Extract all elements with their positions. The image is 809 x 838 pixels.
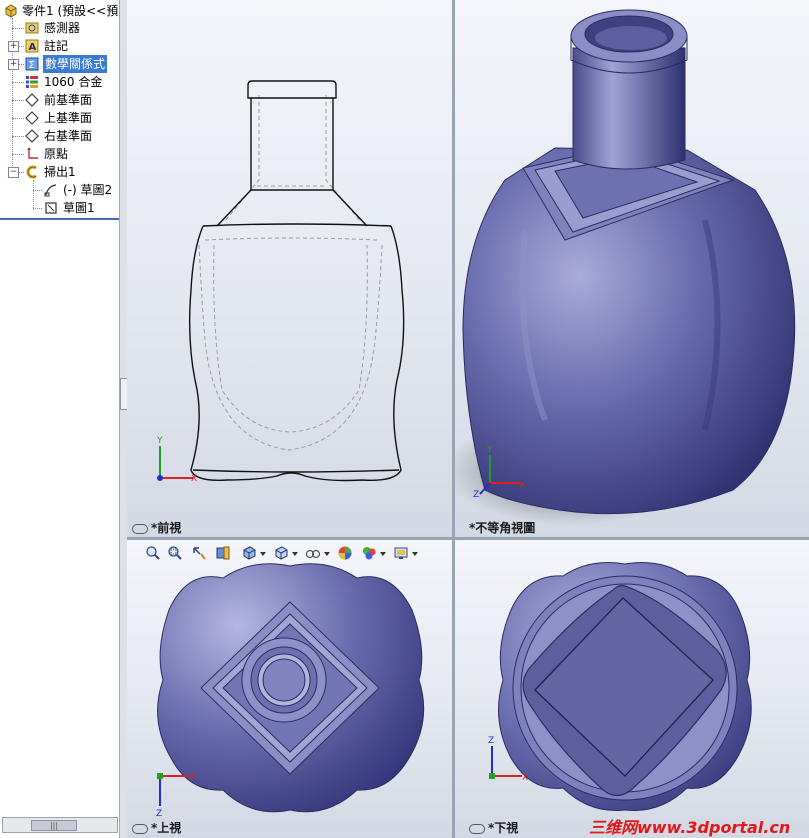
- edit-appearance-icon[interactable]: [337, 545, 353, 561]
- svg-text:Σ: Σ: [29, 60, 35, 71]
- display-style-icon[interactable]: [273, 545, 289, 561]
- tree-item-front-plane[interactable]: 前基準面: [0, 91, 119, 109]
- sketch-icon: [44, 184, 57, 197]
- svg-text:Z: Z: [473, 490, 479, 500]
- link-icon: [132, 823, 148, 834]
- tree-item-label: 1060 合金: [44, 75, 103, 89]
- section-view-icon[interactable]: [215, 545, 231, 561]
- tree-item-top-plane[interactable]: 上基準面: [0, 109, 119, 127]
- rollback-bar[interactable]: [0, 218, 119, 220]
- svg-text:X: X: [191, 474, 197, 484]
- origin-icon: [27, 147, 38, 159]
- link-icon: [132, 523, 148, 534]
- bottle-isometric-shaded: Y X Z: [455, 9, 796, 525]
- viewport-front[interactable]: Y X *前視: [127, 0, 452, 537]
- hide-show-icon[interactable]: [305, 545, 321, 561]
- viewport-label-isometric[interactable]: *不等角視圖: [469, 519, 535, 536]
- tree-item-material[interactable]: 1060 合金: [0, 73, 119, 91]
- viewport-isometric[interactable]: Y X Z *不等角視圖: [455, 0, 809, 537]
- view-orientation-icon[interactable]: [241, 545, 257, 561]
- svg-text:X: X: [190, 773, 196, 783]
- annotation-icon: A: [25, 39, 39, 53]
- panel-splitter[interactable]: [119, 0, 127, 838]
- dropdown-arrow-icon[interactable]: [412, 551, 418, 557]
- tree-item-right-plane[interactable]: 右基準面: [0, 127, 119, 145]
- svg-text:Z: Z: [488, 736, 494, 746]
- zoom-to-fit-icon[interactable]: [145, 545, 161, 561]
- equations-icon: Σ: [25, 57, 39, 71]
- tree-item-label: 註記: [44, 39, 69, 53]
- bottle-front-wireframe: Y X: [156, 80, 405, 484]
- svg-text:A: A: [29, 42, 37, 53]
- tree-horizontal-scrollbar[interactable]: |||: [2, 817, 118, 833]
- tree-item-sketch2[interactable]: (-) 草圖2: [0, 181, 119, 199]
- bottle-bottom-shaded: Z X: [488, 562, 752, 812]
- dropdown-arrow-icon[interactable]: [380, 551, 386, 557]
- axis-triad-top: Z X: [156, 773, 196, 819]
- axis-triad-front: Y X: [156, 436, 197, 484]
- sweep-feature-icon: [26, 165, 37, 179]
- plane-icon: [25, 111, 39, 125]
- sketch-icon: [45, 202, 57, 214]
- viewport-bottom[interactable]: Z X *下視: [455, 540, 809, 838]
- feature-manager-tree[interactable]: 零件1 (預設<<預 感測器 + A 註記 + Σ 數學關係式 1060 合金 …: [0, 0, 120, 838]
- tree-item-label: 感測器: [44, 21, 81, 35]
- tree-item-sensors[interactable]: 感測器: [0, 19, 119, 37]
- tree-item-equations[interactable]: + Σ 數學關係式: [0, 55, 119, 73]
- link-icon: [469, 823, 485, 834]
- svg-text:X: X: [522, 773, 528, 783]
- viewport-label-front[interactable]: *前視: [132, 519, 181, 536]
- tree-root-label: 零件1 (預設<<預: [22, 4, 119, 18]
- previous-view-icon[interactable]: [191, 545, 207, 561]
- bottle-top-shaded: Z X: [156, 563, 425, 819]
- svg-text:X: X: [519, 481, 525, 491]
- view-settings-icon[interactable]: [393, 545, 409, 561]
- part-icon: [5, 4, 17, 18]
- sensor-folder-icon: [25, 22, 39, 34]
- tree-item-label: 右基準面: [44, 129, 93, 143]
- plane-icon: [25, 93, 39, 107]
- svg-text:Z: Z: [156, 809, 162, 819]
- tree-item-label: (-) 草圖2: [63, 183, 113, 197]
- tree-item-sweep1[interactable]: − 掃出1: [0, 163, 119, 181]
- dropdown-arrow-icon[interactable]: [260, 551, 266, 557]
- tree-item-sketch1[interactable]: 草圖1: [0, 199, 119, 217]
- tree-item-label: 數學關係式: [43, 55, 108, 73]
- tree-item-label: 掃出1: [44, 165, 76, 179]
- material-icon: [26, 76, 38, 88]
- viewport-top[interactable]: Z X *上視: [127, 540, 452, 838]
- viewport-horizontal-splitter[interactable]: [127, 537, 809, 540]
- apply-scene-icon[interactable]: [361, 545, 377, 561]
- dropdown-arrow-icon[interactable]: [324, 551, 330, 557]
- watermark-text: 三维网www.3dportal.cn: [589, 818, 791, 837]
- tree-item-label: 前基準面: [44, 93, 93, 107]
- tree-item-origin[interactable]: 原點: [0, 145, 119, 163]
- viewport-vertical-splitter[interactable]: [452, 0, 455, 838]
- tree-root-part[interactable]: 零件1 (預設<<預: [0, 2, 119, 20]
- svg-text:Y: Y: [156, 436, 163, 446]
- tree-item-label: 原點: [44, 147, 69, 161]
- svg-text:Y: Y: [486, 445, 493, 455]
- scrollbar-thumb[interactable]: |||: [31, 820, 77, 831]
- zoom-area-icon[interactable]: [167, 545, 183, 561]
- plane-icon: [25, 129, 39, 143]
- tree-item-label: 上基準面: [44, 111, 93, 125]
- viewport-label-bottom[interactable]: *下視: [469, 819, 518, 836]
- heads-up-view-toolbar: [145, 545, 425, 563]
- viewport-label-top[interactable]: *上視: [132, 819, 181, 836]
- dropdown-arrow-icon[interactable]: [292, 551, 298, 557]
- tree-item-annotations[interactable]: + A 註記: [0, 37, 119, 55]
- tree-item-label: 草圖1: [63, 201, 95, 215]
